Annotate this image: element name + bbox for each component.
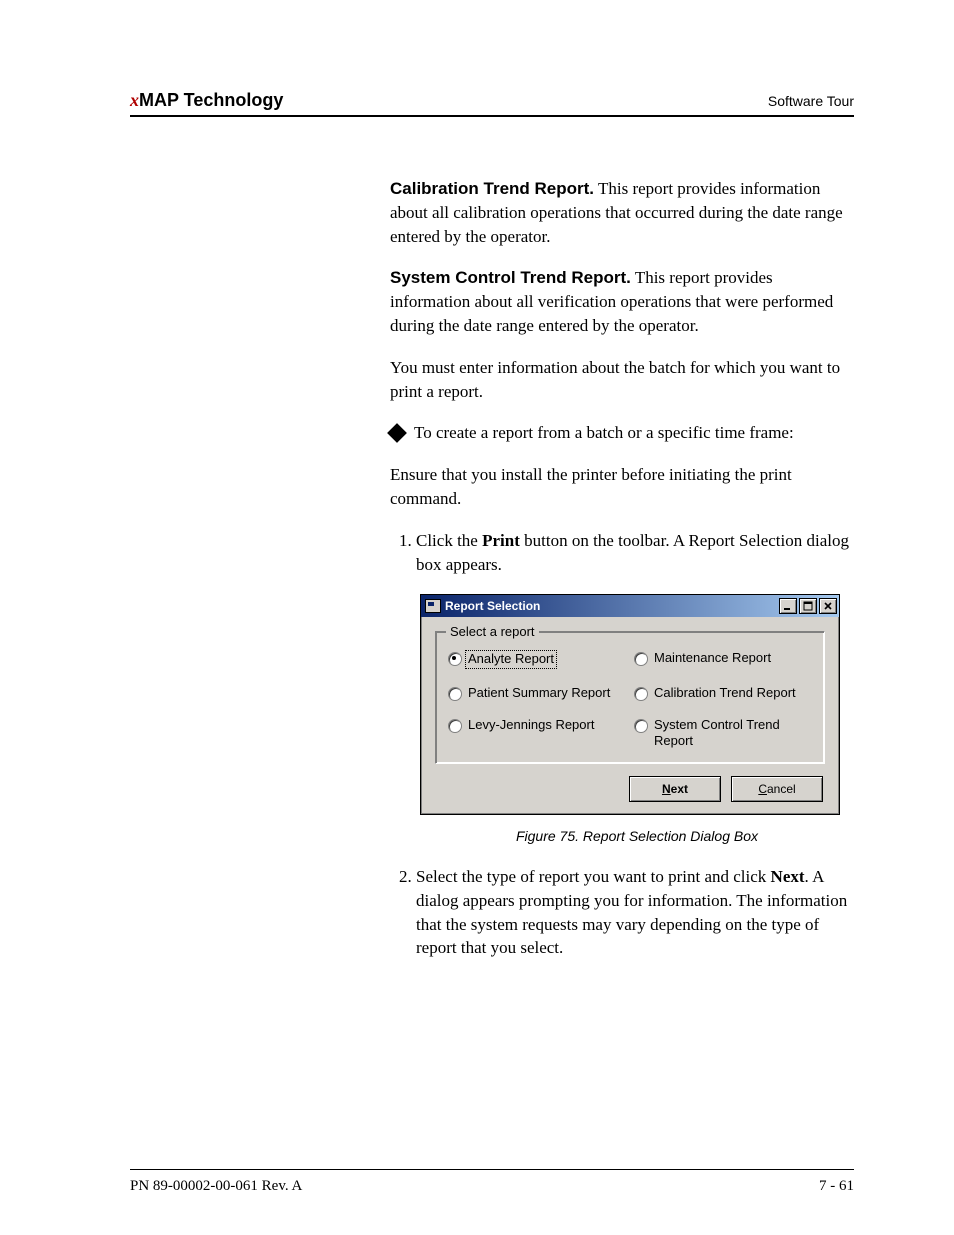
close-button[interactable] xyxy=(819,598,837,614)
header-brand: xMAP Technology xyxy=(130,90,283,111)
radio-analyte-report[interactable]: Analyte Report xyxy=(448,650,626,668)
radio-label: Calibration Trend Report xyxy=(654,685,796,701)
para-install-printer: Ensure that you install the printer befo… xyxy=(390,463,854,511)
steps-list: Click the Print button on the toolbar. A… xyxy=(390,529,854,577)
radio-icon xyxy=(634,652,648,666)
running-header: xMAP Technology Software Tour xyxy=(130,90,854,117)
body-column: Calibration Trend Report. This report pr… xyxy=(390,177,854,960)
para-batch-info: You must enter information about the bat… xyxy=(390,356,854,404)
step1-a: Click the xyxy=(416,531,482,550)
runin-calibration: Calibration Trend Report. xyxy=(390,179,594,198)
procedure-bullet: To create a report from a batch or a spe… xyxy=(390,421,854,445)
figure-report-selection: Report Selection xyxy=(420,594,854,847)
step2-bold: Next xyxy=(771,867,805,886)
header-section: Software Tour xyxy=(768,93,854,109)
step-1: Click the Print button on the toolbar. A… xyxy=(416,529,854,577)
app-icon xyxy=(425,599,441,613)
brand-rest: MAP Technology xyxy=(139,90,283,110)
cancel-rest: ancel xyxy=(767,782,796,796)
radio-label: Patient Summary Report xyxy=(468,685,610,701)
groupbox-select-report: Select a report Analyte Report Maintenan… xyxy=(435,631,825,764)
radio-label: Maintenance Report xyxy=(654,650,771,666)
next-underline: N xyxy=(662,782,671,796)
bullet-text: To create a report from a batch or a spe… xyxy=(414,421,794,445)
next-rest: ext xyxy=(671,782,688,796)
step2-a: Select the type of report you want to pr… xyxy=(416,867,771,886)
step1-bold: Print xyxy=(482,531,520,550)
radio-label: Levy-Jennings Report xyxy=(468,717,594,733)
runin-system-control: System Control Trend Report. xyxy=(390,268,631,287)
para-calibration-trend: Calibration Trend Report. This report pr… xyxy=(390,177,854,248)
diamond-icon xyxy=(387,423,407,443)
radio-label: Analyte Report xyxy=(465,650,557,668)
cancel-button[interactable]: Cancel xyxy=(731,776,823,802)
cancel-underline: C xyxy=(758,782,767,796)
radio-maintenance-report[interactable]: Maintenance Report xyxy=(634,650,812,666)
footer-partnumber: PN 89-00002-00-061 Rev. A xyxy=(130,1178,302,1195)
figure-caption: Figure 75. Report Selection Dialog Box xyxy=(420,827,854,847)
radio-levy-jennings-report[interactable]: Levy-Jennings Report xyxy=(448,717,626,733)
next-button[interactable]: Next xyxy=(629,776,721,802)
footer-pagenumber: 7 - 61 xyxy=(819,1178,854,1195)
dialog-titlebar[interactable]: Report Selection xyxy=(421,595,839,617)
brand-x: x xyxy=(130,90,139,110)
radio-label: System Control Trend Report xyxy=(654,717,812,750)
minimize-button[interactable] xyxy=(779,598,797,614)
step-2: Select the type of report you want to pr… xyxy=(416,865,854,960)
para-system-control-trend: System Control Trend Report. This report… xyxy=(390,266,854,337)
dialog-title: Report Selection xyxy=(445,598,779,615)
radio-icon xyxy=(448,652,462,666)
steps-list-2: Select the type of report you want to pr… xyxy=(390,865,854,960)
radio-icon xyxy=(634,687,648,701)
radio-icon xyxy=(448,687,462,701)
radio-patient-summary-report[interactable]: Patient Summary Report xyxy=(448,685,626,701)
radio-icon xyxy=(448,719,462,733)
radio-system-control-trend-report[interactable]: System Control Trend Report xyxy=(634,717,812,750)
groupbox-legend: Select a report xyxy=(446,623,539,641)
dialog-report-selection: Report Selection xyxy=(420,594,840,815)
maximize-button[interactable] xyxy=(799,598,817,614)
page-footer: PN 89-00002-00-061 Rev. A 7 - 61 xyxy=(130,1169,854,1195)
radio-calibration-trend-report[interactable]: Calibration Trend Report xyxy=(634,685,812,701)
radio-icon xyxy=(634,719,648,733)
